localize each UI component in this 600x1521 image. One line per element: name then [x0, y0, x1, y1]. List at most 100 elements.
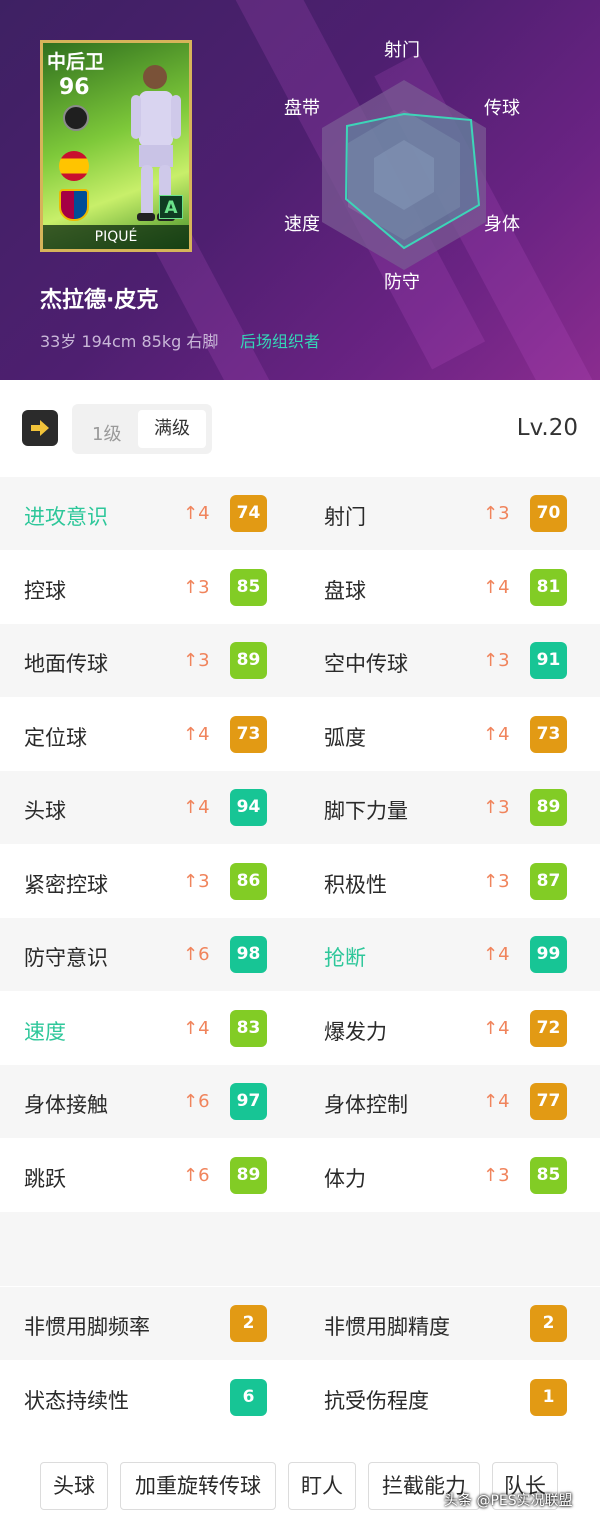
stat-row: 身体接触 ↑6 97 身体控制 ↑4 77 — [0, 1065, 600, 1138]
stat-label: 防守意识 — [24, 946, 108, 970]
stat-increase: ↑3 — [183, 870, 210, 892]
stat-increase: ↑3 — [483, 1164, 510, 1186]
stat-label: 抗受伤程度 — [324, 1388, 429, 1413]
stat-label: 脚下力量 — [324, 799, 408, 823]
skill-tag[interactable]: 头球 — [40, 1462, 108, 1510]
watermark: 头条 @PES实况联盟 — [444, 1493, 573, 1509]
stat-cell: 体力 ↑3 85 — [300, 1139, 600, 1212]
stat-row: 速度 ↑4 83 爆发力 ↑4 72 — [0, 992, 600, 1065]
stat-row: 定位球 ↑4 73 弧度 ↑4 73 — [0, 698, 600, 771]
player-skill-icon — [63, 105, 89, 131]
stat-label: 控球 — [24, 578, 66, 603]
stat-value-badge: 81 — [530, 568, 567, 606]
stat-increase: ↑6 — [183, 944, 210, 965]
stat-value-badge: 89 — [230, 1156, 267, 1194]
stat-value-badge: 1 — [530, 1378, 567, 1416]
stat-increase: ↑3 — [483, 503, 510, 524]
stat-label: 身体接触 — [24, 1093, 108, 1117]
player-info: 33岁 194cm 85kg 右脚 — [40, 332, 219, 351]
stat-value-badge: 72 — [530, 1009, 567, 1047]
extra-stat-row: 非惯用脚频率 2 非惯用脚精度 2 — [0, 1287, 600, 1360]
stat-value-badge: 89 — [230, 642, 267, 679]
stat-row: 头球 ↑4 94 脚下力量 ↑3 89 — [0, 771, 600, 844]
stat-row: 防守意识 ↑6 98 抢断 ↑4 99 — [0, 918, 600, 991]
stat-label: 体力 — [324, 1166, 366, 1191]
stat-increase: ↑4 — [183, 723, 210, 745]
stat-value-badge: 98 — [230, 936, 267, 973]
stat-increase: ↑4 — [183, 1017, 210, 1039]
stat-increase: ↑4 — [483, 1091, 510, 1112]
card-grade-badge: A — [159, 195, 183, 219]
level-max-tab[interactable]: 满级 — [138, 410, 206, 448]
stat-label: 弧度 — [324, 725, 366, 750]
radar-label-shoot: 射门 — [384, 40, 420, 61]
stat-cell: 脚下力量 ↑3 89 — [300, 771, 600, 844]
stat-label: 进攻意识 — [24, 505, 108, 529]
stat-label: 抢断 — [324, 946, 366, 970]
stat-value-badge: 70 — [530, 495, 567, 532]
stat-cell: 地面传球 ↑3 89 — [0, 624, 300, 697]
stat-cell: 抢断 ↑4 99 — [300, 918, 600, 991]
section-divider — [0, 1212, 600, 1286]
stat-label: 积极性 — [324, 872, 387, 897]
stat-row: 跳跃 ↑6 89 体力 ↑3 85 — [0, 1139, 600, 1212]
stat-cell: 空中传球 ↑3 91 — [300, 624, 600, 697]
stat-value-badge: 74 — [230, 495, 267, 532]
stat-value-badge: 73 — [230, 715, 267, 753]
stat-value-badge: 2 — [530, 1305, 567, 1342]
skill-tag[interactable]: 盯人 — [288, 1462, 356, 1510]
stat-label: 状态持续性 — [24, 1388, 129, 1413]
stat-label: 紧密控球 — [24, 872, 108, 897]
stat-cell: 身体接触 ↑6 97 — [0, 1065, 300, 1138]
stat-cell: 定位球 ↑4 73 — [0, 698, 300, 771]
stat-cell: 盘球 ↑4 81 — [300, 551, 600, 624]
stat-label: 空中传球 — [324, 652, 408, 676]
radar-label-defence: 防守 — [384, 272, 420, 293]
stat-value-badge: 83 — [230, 1009, 267, 1047]
stat-row: 进攻意识 ↑4 74 射门 ↑3 70 — [0, 477, 600, 550]
stat-value-badge: 94 — [230, 789, 267, 826]
stat-cell: 防守意识 ↑6 98 — [0, 918, 300, 991]
stat-cell: 状态持续性 6 — [0, 1361, 300, 1434]
stat-increase: ↑4 — [483, 944, 510, 965]
stat-label: 定位球 — [24, 725, 87, 750]
stat-row: 控球 ↑3 85 盘球 ↑4 81 — [0, 551, 600, 624]
stat-increase: ↑4 — [483, 723, 510, 745]
stat-increase: ↑4 — [483, 1017, 510, 1039]
stat-cell: 进攻意识 ↑4 74 — [0, 477, 300, 550]
stat-label: 身体控制 — [324, 1093, 408, 1117]
radar-chart — [322, 80, 486, 270]
player-playstyle[interactable]: 后场组织者 — [240, 328, 320, 352]
extra-stat-row: 状态持续性 6 抗受伤程度 1 — [0, 1361, 600, 1434]
stat-value-badge: 86 — [230, 862, 267, 900]
stat-value-badge: 85 — [530, 1156, 567, 1194]
stat-increase: ↑3 — [183, 576, 210, 598]
player-header: 中后卫 96 A PIQUÉ 杰拉德·皮克 33岁 194cm 85kg 右脚 … — [0, 0, 600, 380]
stat-cell: 积极性 ↑3 87 — [300, 845, 600, 918]
stat-value-badge: 77 — [530, 1083, 567, 1120]
stat-row: 紧密控球 ↑3 86 积极性 ↑3 87 — [0, 845, 600, 918]
stat-value-badge: 85 — [230, 568, 267, 606]
stat-cell: 跳跃 ↑6 89 — [0, 1139, 300, 1212]
stat-label: 爆发力 — [324, 1019, 387, 1044]
stat-cell: 爆发力 ↑4 72 — [300, 992, 600, 1065]
arrow-right-icon — [31, 420, 49, 436]
stat-value-badge: 87 — [530, 862, 567, 900]
stat-label: 速度 — [24, 1019, 66, 1044]
stat-cell: 弧度 ↑4 73 — [300, 698, 600, 771]
player-card[interactable]: 中后卫 96 A PIQUÉ — [40, 40, 192, 252]
stat-cell: 抗受伤程度 1 — [300, 1361, 600, 1434]
level-readout: Lv.20 — [516, 415, 578, 441]
stat-increase: ↑3 — [183, 650, 210, 671]
card-overall: 96 — [59, 75, 90, 100]
stat-label: 射门 — [324, 505, 366, 529]
stat-increase: ↑6 — [183, 1091, 210, 1112]
stat-cell: 速度 ↑4 83 — [0, 992, 300, 1065]
skill-tag[interactable]: 加重旋转传球 — [120, 1462, 276, 1510]
card-position: 中后卫 — [47, 51, 105, 73]
stat-value-badge: 73 — [530, 715, 567, 753]
stat-increase: ↑3 — [483, 870, 510, 892]
stat-value-badge: 6 — [230, 1378, 267, 1416]
level-1-tab[interactable]: 1级 — [92, 420, 121, 446]
compare-button[interactable] — [22, 410, 58, 446]
